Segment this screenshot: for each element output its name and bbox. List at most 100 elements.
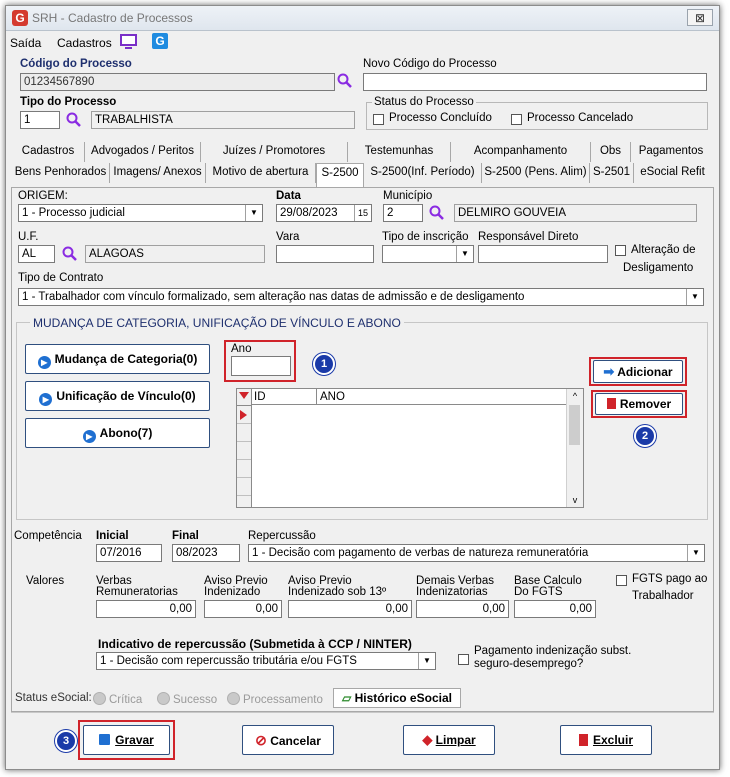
ano-field[interactable] [231, 356, 291, 376]
fgts-checkbox[interactable] [616, 575, 627, 586]
fgts-label-2: Trabalhador [632, 590, 694, 602]
gravar-button[interactable]: Gravar [83, 725, 170, 755]
final-label: Final [172, 530, 199, 542]
search-icon[interactable] [62, 246, 78, 265]
cancelar-button[interactable]: ⊘ Cancelar [242, 725, 334, 755]
limpar-button[interactable]: ◆ Limpar [403, 725, 495, 755]
tab-esocial-refit[interactable]: eSocial Refit [634, 163, 711, 183]
valores-label: Valores [26, 575, 65, 587]
menu-bar: Saída Cadastros G [6, 31, 719, 53]
grid-scrollbar[interactable]: ^ v [566, 389, 583, 507]
tab-acompanhamento[interactable]: Acompanhamento [451, 142, 591, 162]
base-field[interactable]: 0,00 [514, 600, 596, 618]
aviso13-field[interactable]: 0,00 [288, 600, 412, 618]
grid-header-ano[interactable]: ANO [317, 389, 568, 405]
grid-header-id[interactable]: ID [251, 389, 317, 405]
remover-button[interactable]: Remover [595, 393, 683, 415]
municipio-label: Município [383, 190, 433, 202]
abono-button[interactable]: ▶ Abono(7) [25, 418, 210, 448]
tab-cadastros[interactable]: Cadastros [12, 142, 85, 162]
tab-s2500[interactable]: S-2500 [316, 163, 364, 188]
tipo-desc-field: TRABALHISTA [91, 111, 355, 129]
data-field[interactable]: 29/08/2023 15 [276, 204, 372, 222]
mudanca-categoria-label: Mudança de Categoria(0) [54, 352, 198, 366]
tab-juizes[interactable]: Juízes / Promotores [201, 142, 348, 162]
concluido-checkbox[interactable] [373, 114, 384, 125]
adicionar-button[interactable]: ➡ Adicionar [593, 360, 683, 383]
step-badge-3: 3 [55, 730, 77, 752]
vara-label: Vara [276, 231, 300, 243]
cancelado-checkbox[interactable] [511, 114, 522, 125]
bottom-toolbar: 3 Gravar ⊘ Cancelar ◆ Limpar Excluir [11, 712, 714, 769]
uf-code-field[interactable]: AL [18, 245, 55, 263]
tab-testemunhas[interactable]: Testemunhas [348, 142, 451, 162]
inicial-label: Inicial [96, 530, 129, 542]
tipo-contrato-select[interactable]: 1 - Trabalhador com vínculo formalizado,… [18, 288, 704, 306]
play-icon: ▶ [39, 393, 53, 406]
chevron-down-icon[interactable]: ▼ [687, 545, 704, 561]
tab-pagamentos[interactable]: Pagamentos [631, 142, 711, 162]
codigo-field[interactable]: 01234567890 [20, 73, 335, 91]
tab-bens-penhorados[interactable]: Bens Penhorados [12, 163, 110, 183]
menu-cadastros[interactable]: Cadastros [57, 36, 112, 50]
tabs-row-1: Cadastros Advogados / Peritos Juízes / P… [6, 142, 719, 162]
search-icon[interactable] [337, 73, 353, 92]
calendar-icon[interactable]: 15 [354, 205, 371, 221]
alteracao-label-1: Alteração de [631, 244, 696, 256]
uf-label: U.F. [18, 231, 39, 243]
g-app-icon[interactable]: G [152, 33, 168, 49]
eraser-icon: ◆ [422, 732, 433, 747]
sucesso-radio[interactable]: Sucesso [157, 692, 217, 706]
indicativo-label: Indicativo de repercussão (Submetida à C… [98, 637, 412, 651]
search-icon[interactable] [429, 205, 445, 224]
ano-grid[interactable]: ID ANO ^ v [236, 388, 584, 508]
monitor-icon[interactable] [120, 34, 138, 53]
aviso-field[interactable]: 0,00 [204, 600, 282, 618]
tab-s2500-inf-periodo[interactable]: S-2500(Inf. Período) [364, 163, 482, 183]
novo-codigo-field[interactable] [363, 73, 707, 91]
search-icon[interactable] [66, 112, 82, 131]
demais-field[interactable]: 0,00 [416, 600, 509, 618]
historico-esocial-button[interactable]: ▱ Histórico eSocial [333, 688, 461, 708]
tab-s2500-pens-alim[interactable]: S-2500 (Pens. Alim) [482, 163, 590, 183]
inicial-field[interactable]: 07/2016 [96, 544, 162, 562]
tipo-code-field[interactable]: 1 [20, 111, 60, 129]
alteracao-checkbox[interactable] [615, 245, 626, 256]
chevron-down-icon[interactable]: ▼ [418, 653, 435, 669]
tab-imagens-anexos[interactable]: Imagens/ Anexos [110, 163, 206, 183]
current-row-icon [240, 410, 247, 420]
tab-advogados[interactable]: Advogados / Peritos [85, 142, 201, 162]
mudanca-categoria-button[interactable]: ▶ Mudança de Categoria(0) [25, 344, 210, 374]
chevron-up-icon[interactable]: ^ [567, 389, 583, 403]
scroll-thumb[interactable] [569, 405, 580, 445]
responsavel-field[interactable] [478, 245, 608, 263]
save-icon [99, 734, 111, 745]
unificacao-vinculo-button[interactable]: ▶ Unificação de Vínculo(0) [25, 381, 210, 411]
pagamento-checkbox[interactable] [458, 654, 469, 665]
excluir-button[interactable]: Excluir [560, 725, 652, 755]
repercussao-select[interactable]: 1 - Decisão com pagamento de verbas de n… [248, 544, 705, 562]
origem-select[interactable]: 1 - Processo judicial ▼ [18, 204, 263, 222]
processamento-radio[interactable]: Processamento [227, 692, 323, 706]
vara-field[interactable] [276, 245, 374, 263]
tipo-inscricao-select[interactable]: ▼ [382, 245, 474, 263]
final-field[interactable]: 08/2023 [172, 544, 240, 562]
chevron-down-icon[interactable]: v [567, 493, 583, 507]
alteracao-label-2: Desligamento [623, 262, 694, 274]
verbas-field[interactable]: 0,00 [96, 600, 196, 618]
chevron-down-icon[interactable]: ▼ [686, 289, 703, 305]
tipo-contrato-value: 1 - Trabalhador com vínculo formalizado,… [22, 291, 525, 303]
municipio-code-field[interactable]: 2 [383, 204, 423, 222]
main-window: G SRH - Cadastro de Processos ⊠ Saída Ca… [5, 5, 720, 770]
tab-s2501[interactable]: S-2501 [590, 163, 634, 183]
chevron-down-icon[interactable]: ▼ [245, 205, 262, 221]
critica-radio[interactable]: Crítica [93, 692, 142, 706]
indicativo-select[interactable]: 1 - Decisão com repercussão tributária e… [96, 652, 436, 670]
base-label-2: Do FGTS [514, 586, 563, 598]
close-button[interactable]: ⊠ [687, 9, 713, 26]
chevron-down-icon[interactable]: ▼ [456, 246, 473, 262]
tab-obs[interactable]: Obs [591, 142, 631, 162]
tab-motivo-abertura[interactable]: Motivo de abertura [206, 163, 316, 183]
data-label: Data [276, 190, 301, 202]
menu-saida[interactable]: Saída [10, 36, 41, 50]
